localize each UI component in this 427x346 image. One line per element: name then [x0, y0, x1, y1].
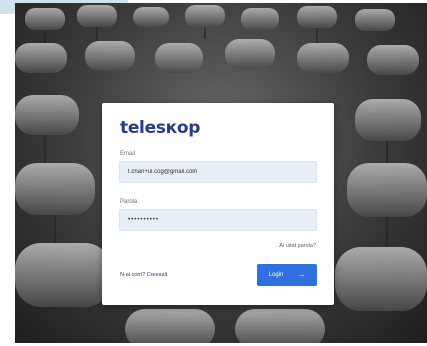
- login-button-label: Login: [268, 272, 284, 278]
- password-label: Parola: [120, 199, 138, 205]
- email-field[interactable]: [119, 161, 317, 183]
- signup-link[interactable]: N-ai cont? Creează: [120, 272, 167, 278]
- forgot-password-link[interactable]: Ai uitat parola?: [279, 243, 316, 249]
- password-field[interactable]: [119, 209, 317, 231]
- telesкop-logo: telesкop: [120, 118, 201, 138]
- arrow-right-icon: →: [297, 270, 306, 279]
- email-label: Email: [120, 151, 136, 157]
- login-card: telesкop Email Parola Ai uitat parola? N…: [102, 103, 334, 305]
- login-button[interactable]: Login →: [257, 264, 317, 286]
